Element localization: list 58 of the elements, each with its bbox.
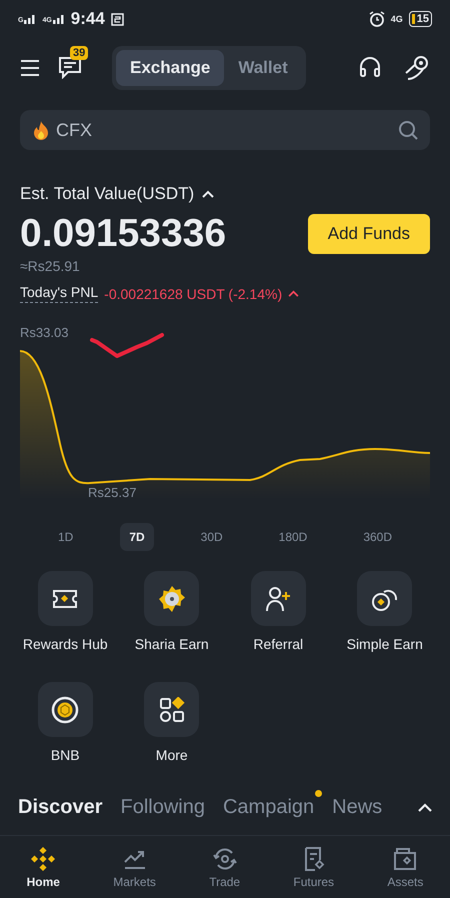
range-tab[interactable]: 1D <box>48 523 82 551</box>
range-tab[interactable]: 360D <box>354 523 401 551</box>
document-icon <box>302 846 325 870</box>
shortcut-tile[interactable] <box>357 571 412 626</box>
apps-icon <box>158 696 185 722</box>
segment-tab[interactable]: Exchange <box>116 50 224 86</box>
count-badge: 39 <box>70 46 88 60</box>
network-label: 4G <box>390 14 403 24</box>
range-tab[interactable]: 7D <box>120 523 154 551</box>
feed-tab[interactable]: Following <box>120 796 205 819</box>
feed-tab[interactable]: Discover <box>18 796 102 819</box>
wallet-icon <box>393 846 418 870</box>
battery-icon: 15 <box>408 11 432 27</box>
diamond-logo-icon <box>31 846 56 870</box>
range-tab[interactable]: 30D <box>192 523 232 551</box>
search-field[interactable]: CFX <box>20 110 430 150</box>
hand-pin-icon[interactable] <box>404 55 430 81</box>
flame-icon <box>33 120 49 140</box>
shortcut-label[interactable]: Rewards Hub <box>22 636 108 652</box>
balance-title: Est. Total Value(USDT) <box>20 184 194 204</box>
shortcut-tile[interactable] <box>144 571 200 626</box>
shortcut-tile[interactable] <box>250 571 306 626</box>
shortcut-label[interactable]: Referral <box>253 636 304 652</box>
fiat-value: ≈Rs25.91 <box>20 258 81 274</box>
status-time: 9:44 <box>70 9 105 29</box>
headset-icon[interactable] <box>358 55 382 79</box>
shortcut-label[interactable]: Simple Earn <box>346 636 423 652</box>
refresh-icon <box>212 846 238 870</box>
shortcut-label[interactable]: BNB <box>50 747 80 763</box>
shortcut-label[interactable]: Sharia Earn <box>134 636 209 652</box>
chat-icon[interactable] <box>58 55 82 79</box>
add-person-icon <box>264 584 292 612</box>
notification-icon <box>110 12 124 26</box>
ticket-icon <box>52 588 78 610</box>
coin-icon <box>51 696 80 724</box>
shortcut-tile[interactable] <box>38 571 93 626</box>
range-tab[interactable]: 180D <box>270 523 316 551</box>
shortcut-tile[interactable] <box>38 682 93 737</box>
pnl-label[interactable]: Today's PNL <box>20 284 98 303</box>
feed-tab[interactable]: News <box>332 796 382 819</box>
nav-tab[interactable]: Assets <box>381 846 430 890</box>
pnl-value: -0.00221628 USDT (-2.14%) <box>104 286 282 302</box>
balance-value: 0.09153336 <box>20 212 226 256</box>
sun-badge-icon <box>158 584 186 612</box>
search-icon[interactable] <box>398 120 418 140</box>
alarm-icon <box>368 11 385 27</box>
menu-icon[interactable] <box>20 59 40 77</box>
nav-tab[interactable]: Trade <box>203 846 246 890</box>
max-label: Rs33.03 <box>20 325 68 340</box>
nav-tab[interactable]: Markets <box>107 846 162 890</box>
shortcut-label[interactable]: More <box>156 747 188 763</box>
nav-tab[interactable]: Home <box>20 846 66 890</box>
segment-tab[interactable]: Wallet <box>224 50 302 86</box>
feed-tab[interactable]: Campaign <box>222 796 314 819</box>
add-funds-button[interactable]: Add Funds <box>308 214 430 254</box>
nav-tab[interactable]: Futures <box>287 846 340 890</box>
min-label: Rs25.37 <box>88 485 136 500</box>
shortcut-tile[interactable] <box>144 682 200 737</box>
